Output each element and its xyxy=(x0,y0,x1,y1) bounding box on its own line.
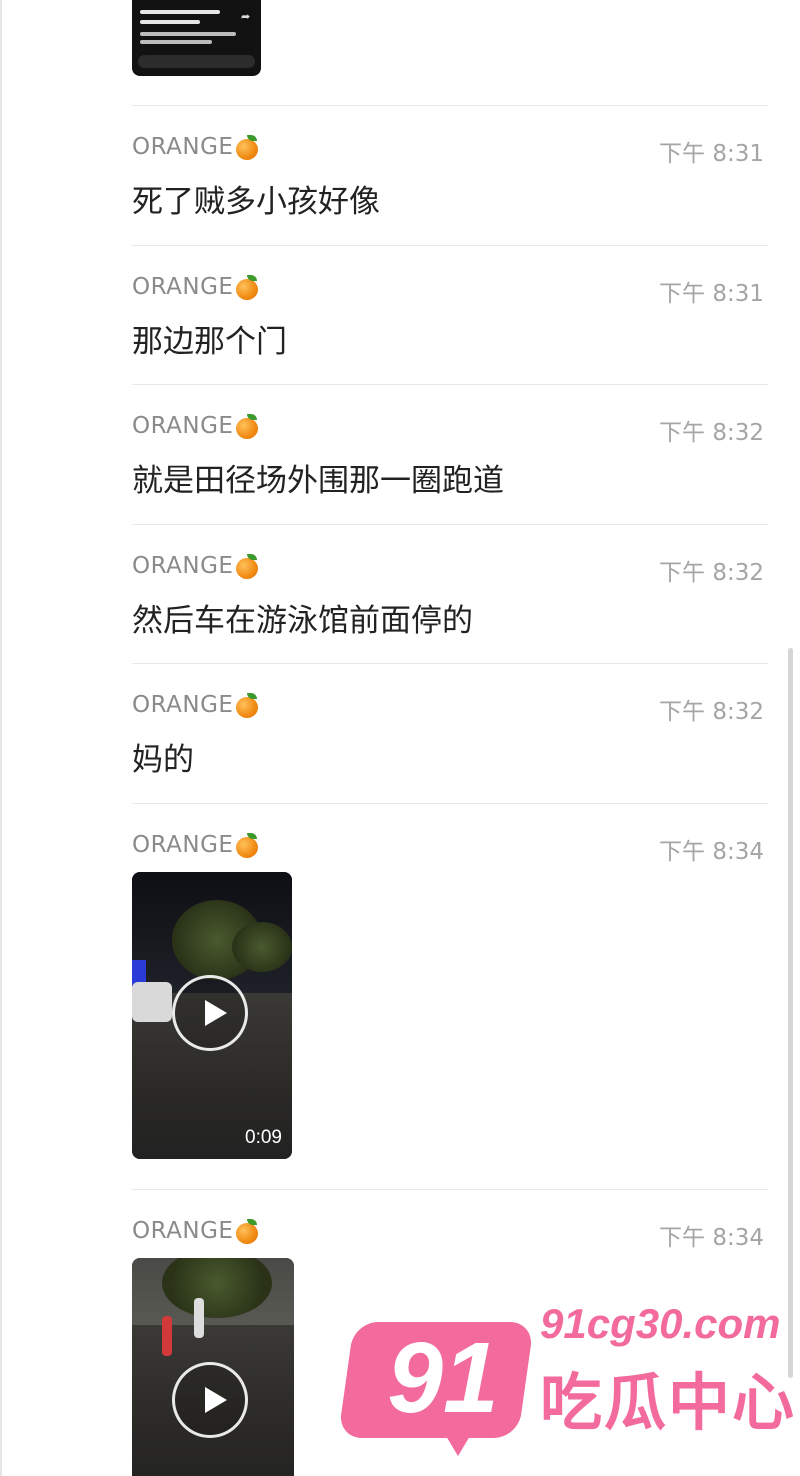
orange-icon xyxy=(235,274,260,300)
message-text: 死了贼多小孩好像 xyxy=(132,184,380,220)
message-time: 下午 8:31 xyxy=(659,141,764,167)
sender-label: ORANGE xyxy=(132,274,234,300)
message-time: 下午 8:34 xyxy=(659,839,764,865)
play-icon[interactable] xyxy=(172,975,248,1051)
sender-name: ORANGE xyxy=(132,274,260,300)
video-duration: 0:09 xyxy=(245,1127,282,1148)
shared-screenshot-image[interactable]: ➦ xyxy=(132,0,261,76)
message-text: 妈的 xyxy=(132,742,194,778)
watermark-domain: 91cg30.com xyxy=(540,1300,781,1347)
sender-label: ORANGE xyxy=(132,134,234,160)
sender-label: ORANGE xyxy=(132,553,234,579)
scrollbar[interactable] xyxy=(788,648,793,1378)
sender-label: ORANGE xyxy=(132,413,234,439)
message-time: 下午 8:34 xyxy=(659,1225,764,1251)
chat-page: ➦ ORANGE 下午 8:31 死了贼多小孩好像 ORANGE 下午 8:31… xyxy=(0,0,800,1476)
orange-icon xyxy=(235,553,260,579)
sender-name: ORANGE xyxy=(132,1218,260,1244)
sender-name: ORANGE xyxy=(132,553,260,579)
sender-label: ORANGE xyxy=(132,832,234,858)
divider xyxy=(132,663,768,664)
orange-icon xyxy=(235,832,260,858)
share-icon: ➦ xyxy=(241,10,251,23)
chat-message[interactable]: ORANGE 下午 8:31 那边那个门 xyxy=(132,274,768,360)
play-icon[interactable] xyxy=(172,1362,248,1438)
video-thumbnail[interactable] xyxy=(132,1258,294,1476)
sender-label: ORANGE xyxy=(132,1218,234,1244)
orange-icon xyxy=(235,413,260,439)
message-text: 那边那个门 xyxy=(132,324,287,360)
message-time: 下午 8:32 xyxy=(659,560,764,586)
orange-icon xyxy=(235,134,260,160)
divider xyxy=(132,105,768,106)
message-time: 下午 8:32 xyxy=(659,699,764,725)
message-text: 然后车在游泳馆前面停的 xyxy=(132,603,473,639)
orange-icon xyxy=(235,1218,260,1244)
sender-name: ORANGE xyxy=(132,134,260,160)
divider xyxy=(132,245,768,246)
divider xyxy=(132,803,768,804)
divider xyxy=(132,524,768,525)
video-thumbnail[interactable]: 0:09 xyxy=(132,872,292,1159)
chat-message[interactable]: ORANGE 下午 8:32 然后车在游泳馆前面停的 xyxy=(132,553,768,639)
message-time: 下午 8:31 xyxy=(659,281,764,307)
chat-message[interactable]: ORANGE 下午 8:31 死了贼多小孩好像 xyxy=(132,134,768,220)
chat-message[interactable]: ORANGE 下午 8:32 妈的 xyxy=(132,692,768,778)
chat-message[interactable]: ORANGE 下午 8:32 就是田径场外围那一圈跑道 xyxy=(132,413,768,499)
message-text: 就是田径场外围那一圈跑道 xyxy=(132,463,504,499)
sender-name: ORANGE xyxy=(132,832,260,858)
watermark-name: 吃瓜中心 xyxy=(540,1366,797,1439)
sender-name: ORANGE xyxy=(132,413,260,439)
orange-icon xyxy=(235,692,260,718)
sender-label: ORANGE xyxy=(132,692,234,718)
divider xyxy=(132,384,768,385)
watermark-number: 91 xyxy=(387,1322,499,1434)
sender-name: ORANGE xyxy=(132,692,260,718)
left-border xyxy=(0,0,2,1476)
message-time: 下午 8:32 xyxy=(659,420,764,446)
divider xyxy=(132,1189,768,1190)
chat-message[interactable]: ORANGE 下午 8:34 0:09 xyxy=(132,832,768,1162)
